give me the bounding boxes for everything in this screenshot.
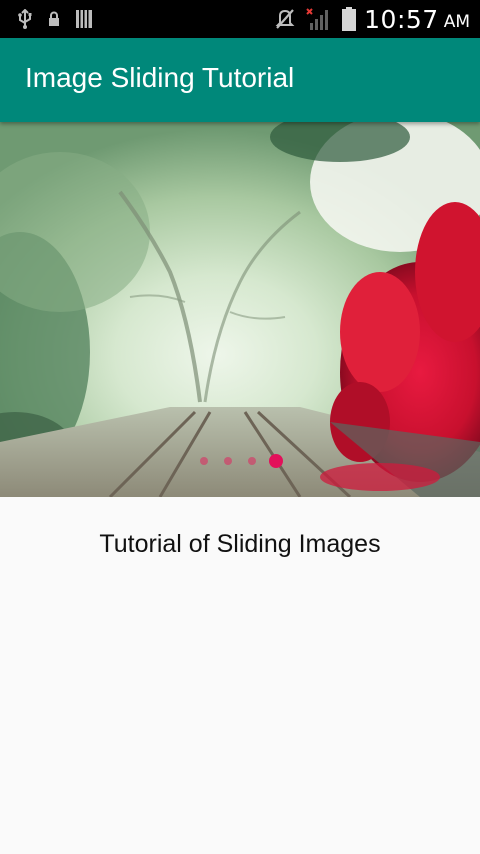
lock-icon: [48, 11, 60, 27]
image-slider[interactable]: [0, 122, 480, 497]
slider-caption: Tutorial of Sliding Images: [99, 530, 381, 558]
page-dot-2[interactable]: [224, 457, 232, 465]
status-left-icons: [18, 0, 92, 38]
status-right-icons: 10:57 AM: [274, 0, 470, 38]
slide-image: [0, 122, 480, 497]
usb-icon: [18, 9, 32, 29]
app-screen: 10:57 AM Image Sliding Tutorial Tutorial…: [0, 0, 480, 854]
status-time: 10:57: [364, 4, 439, 34]
signal-icon: [306, 7, 332, 31]
page-indicator[interactable]: [0, 452, 480, 472]
app-toolbar: Image Sliding Tutorial: [0, 38, 480, 122]
status-bar: 10:57 AM: [0, 0, 480, 38]
page-dot-3[interactable]: [248, 457, 256, 465]
battery-icon: [342, 7, 357, 31]
page-dot-1[interactable]: [200, 457, 208, 465]
toolbar-title: Image Sliding Tutorial: [25, 62, 295, 93]
page-dot-4-active[interactable]: [269, 454, 283, 468]
mute-icon: [274, 8, 296, 30]
barcode-icon: [76, 10, 92, 28]
status-ampm: AM: [443, 12, 470, 32]
